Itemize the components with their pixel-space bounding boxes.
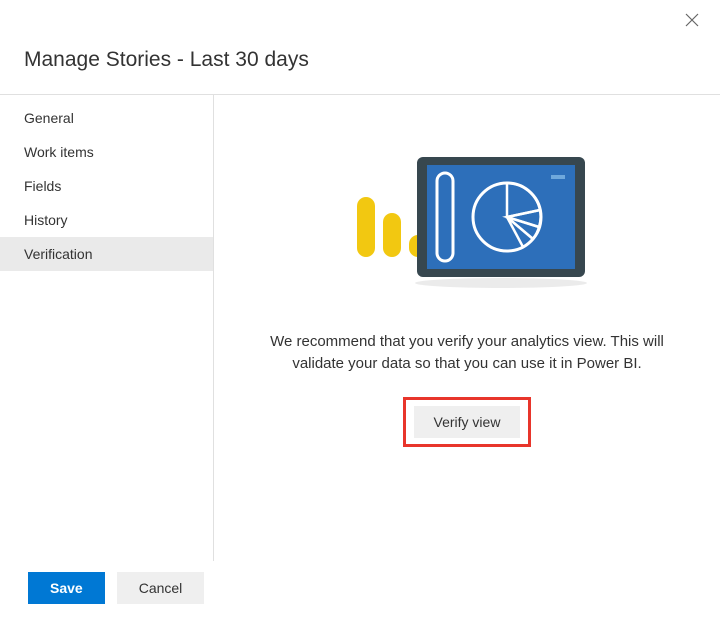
save-button[interactable]: Save bbox=[28, 572, 105, 604]
dialog-body: General Work items Fields History Verifi… bbox=[0, 95, 720, 561]
sidebar-item-general[interactable]: General bbox=[0, 101, 213, 135]
close-icon bbox=[684, 12, 700, 28]
analytics-illustration bbox=[347, 155, 587, 293]
verify-highlight-box: Verify view bbox=[403, 397, 532, 447]
tablet-chart-icon bbox=[347, 155, 587, 290]
sidebar-item-label: Verification bbox=[24, 246, 92, 262]
sidebar-item-history[interactable]: History bbox=[0, 203, 213, 237]
close-button[interactable] bbox=[684, 12, 700, 28]
sidebar-item-fields[interactable]: Fields bbox=[0, 169, 213, 203]
main-content: We recommend that you verify your analyt… bbox=[214, 95, 720, 561]
sidebar-item-label: Fields bbox=[24, 178, 61, 194]
sidebar-item-verification[interactable]: Verification bbox=[0, 237, 213, 271]
page-title: Manage Stories - Last 30 days bbox=[24, 48, 696, 72]
verification-message: We recommend that you verify your analyt… bbox=[254, 331, 680, 375]
dialog-footer: Save Cancel bbox=[28, 572, 204, 604]
cancel-button[interactable]: Cancel bbox=[117, 572, 205, 604]
sidebar-item-label: Work items bbox=[24, 144, 94, 160]
sidebar-item-work-items[interactable]: Work items bbox=[0, 135, 213, 169]
sidebar: General Work items Fields History Verifi… bbox=[0, 95, 214, 561]
sidebar-item-label: History bbox=[24, 212, 68, 228]
verify-view-button[interactable]: Verify view bbox=[414, 406, 521, 438]
sidebar-item-label: General bbox=[24, 110, 74, 126]
dialog-header: Manage Stories - Last 30 days bbox=[0, 0, 720, 90]
